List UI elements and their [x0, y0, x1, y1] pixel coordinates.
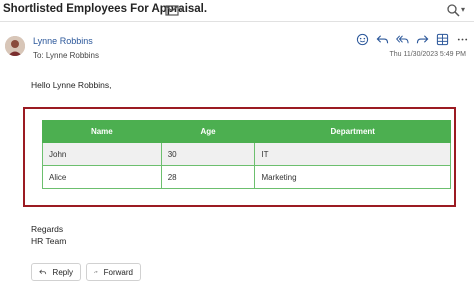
table-row: Alice 28 Marketing [42, 165, 451, 189]
table-header-row: Name Age Department [42, 120, 451, 143]
greeting-text: Hello Lynne Robbins, [31, 80, 112, 90]
reply-icon [39, 269, 47, 275]
message-datetime: Thu 11/30/2023 5:49 PM [389, 51, 466, 58]
zoom-icon[interactable] [446, 3, 460, 17]
chevron-down-icon[interactable]: ▾ [461, 5, 465, 14]
table-row: John 30 IT [42, 142, 451, 166]
reply-all-icon[interactable] [396, 33, 409, 46]
forward-icon [94, 270, 98, 274]
cell-name: John [42, 142, 162, 166]
reply-icon[interactable] [376, 33, 389, 46]
message-header-bar: Shortlisted Employees For Appraisal. ▾ ▾ [0, 0, 474, 22]
cell-department: Marketing [254, 165, 451, 189]
envelope-icon[interactable] [164, 3, 180, 17]
recipient-line: To: Lynne Robbins [33, 51, 99, 60]
to-label: To: [33, 51, 44, 60]
cell-age: 30 [160, 142, 256, 166]
signature-text: HR Team [31, 236, 67, 246]
column-header-name: Name [42, 120, 162, 143]
recipient-name[interactable]: Lynne Robbins [46, 51, 99, 60]
sender-name[interactable]: Lynne Robbins [33, 36, 93, 46]
cell-department: IT [254, 142, 451, 166]
closing-text: Regards [31, 224, 64, 234]
forward-button[interactable]: Forward [86, 263, 141, 281]
column-header-department: Department [254, 120, 451, 143]
forward-icon[interactable] [416, 33, 429, 46]
table-view-icon[interactable] [436, 33, 449, 46]
cell-name: Alice [42, 165, 162, 189]
chevron-down-icon[interactable]: ▾ [180, 5, 184, 14]
emoji-icon[interactable] [356, 33, 369, 46]
cell-age: 28 [160, 165, 256, 189]
forward-label: Forward [103, 267, 133, 277]
employee-table: Name Age Department John 30 IT Alice 28 … [42, 120, 451, 189]
sender-avatar[interactable] [5, 36, 25, 56]
column-header-age: Age [160, 120, 256, 143]
more-icon[interactable] [456, 33, 469, 46]
reply-button[interactable]: Reply [31, 263, 81, 281]
reply-label: Reply [52, 267, 73, 277]
avatar-photo-icon [5, 36, 25, 56]
